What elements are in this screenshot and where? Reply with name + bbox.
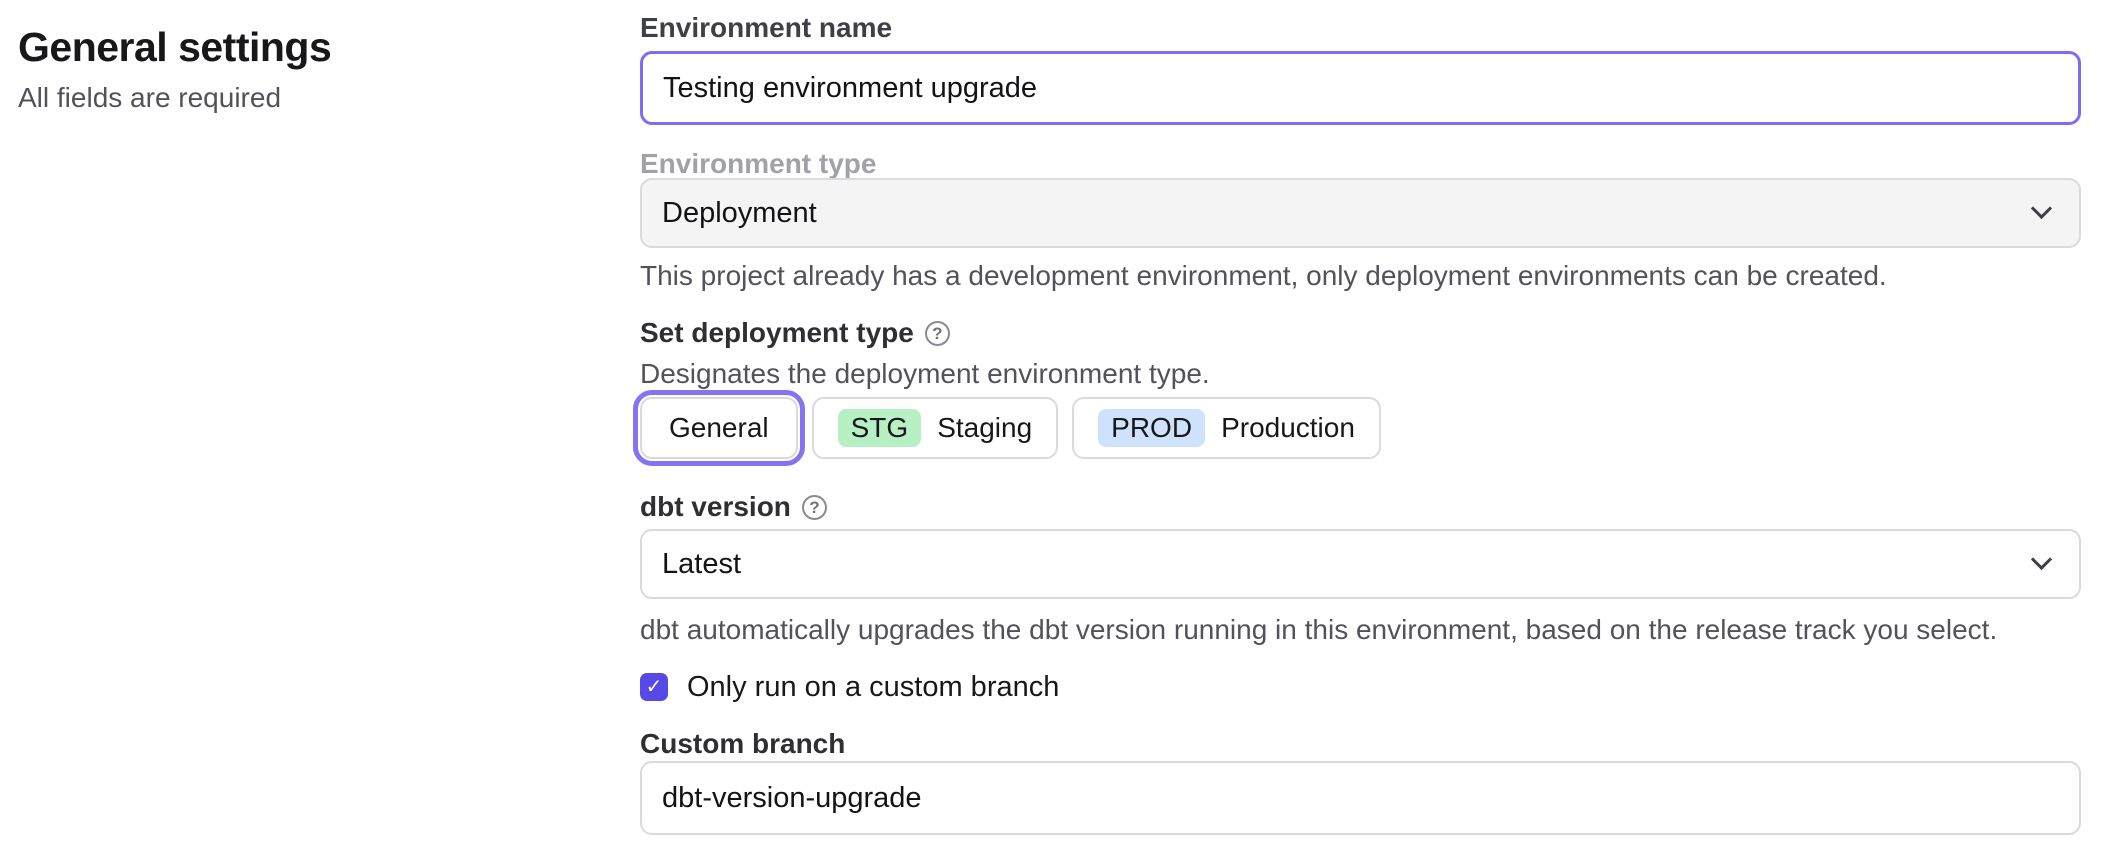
deployment-type-helper: Designates the deployment environment ty… (640, 359, 2081, 389)
deployment-type-label-row: Set deployment type ? (640, 319, 2081, 347)
general-button-label: General (669, 412, 769, 444)
production-button-label: Production (1221, 412, 1355, 444)
dbt-version-select[interactable]: Latest (640, 529, 2081, 599)
custom-branch-checkbox[interactable]: ✓ (640, 673, 668, 701)
environment-name-label: Environment name (640, 14, 2081, 42)
deployment-type-production-button[interactable]: PROD Production (1072, 397, 1381, 459)
deployment-type-staging-button[interactable]: STG Staging (812, 397, 1059, 459)
environment-type-select[interactable]: Deployment (640, 178, 2081, 248)
deployment-type-general-button[interactable]: General (640, 397, 798, 459)
production-badge: PROD (1098, 409, 1205, 447)
custom-branch-toggle-label: Only run on a custom branch (687, 673, 1059, 701)
help-icon-glyph: ? (809, 499, 819, 516)
page-title: General settings (18, 24, 578, 70)
help-icon[interactable]: ? (925, 321, 950, 346)
general-settings-page: General settings All fields are required… (0, 0, 2116, 864)
staging-badge: STG (838, 409, 922, 447)
dbt-version-value: Latest (662, 548, 741, 581)
environment-type-helper: This project already has a development e… (640, 261, 2081, 291)
dbt-version-label: dbt version (640, 493, 791, 521)
settings-header: General settings All fields are required (18, 24, 578, 113)
environment-type-label: Environment type (640, 150, 2081, 178)
deployment-type-options: General STG Staging PROD Production (640, 397, 2081, 459)
custom-branch-label: Custom branch (640, 730, 2081, 758)
custom-branch-input[interactable] (640, 761, 2081, 835)
page-subtitle: All fields are required (18, 83, 578, 113)
dbt-version-helper: dbt automatically upgrades the dbt versi… (640, 615, 2081, 645)
environment-settings-form: Environment name Environment type Deploy… (640, 0, 2081, 835)
help-icon[interactable]: ? (802, 495, 827, 520)
custom-branch-toggle-row: ✓ Only run on a custom branch (640, 673, 2081, 701)
environment-type-value: Deployment (662, 197, 817, 230)
dbt-version-label-row: dbt version ? (640, 493, 2081, 521)
check-icon: ✓ (646, 677, 663, 697)
environment-name-input[interactable] (640, 51, 2081, 125)
help-icon-glyph: ? (932, 325, 942, 342)
deployment-type-label: Set deployment type (640, 319, 914, 347)
chevron-down-icon (2031, 549, 2052, 570)
staging-button-label: Staging (937, 412, 1032, 444)
chevron-down-icon (2031, 198, 2052, 219)
